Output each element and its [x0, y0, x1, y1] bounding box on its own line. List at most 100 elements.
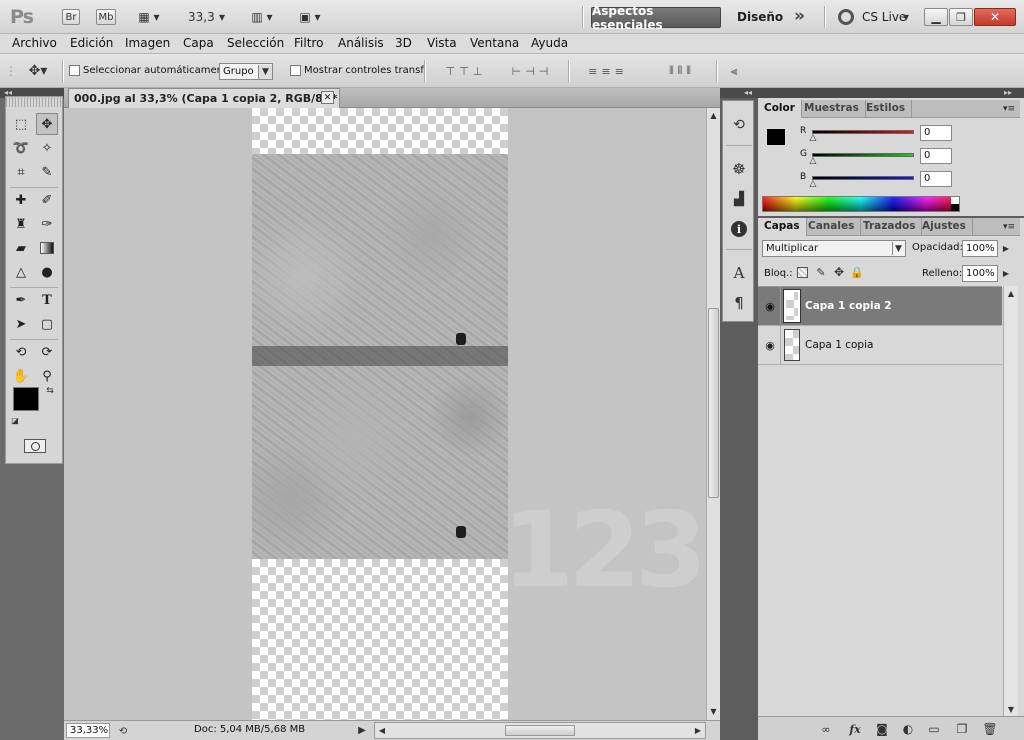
- channel-r-input[interactable]: 0: [920, 125, 952, 141]
- shape-icon[interactable]: ▢: [36, 313, 58, 335]
- channel-g-input[interactable]: 0: [920, 148, 952, 164]
- fill-slider-arrow-icon[interactable]: ▶: [1000, 267, 1012, 280]
- channel-r-slider[interactable]: [812, 130, 914, 134]
- layer-thumbnail[interactable]: [783, 289, 801, 323]
- workspace-essentials-button[interactable]: Aspectos esenciales: [591, 4, 721, 32]
- dodge-icon[interactable]: ●: [36, 261, 58, 283]
- channel-r-handle-icon[interactable]: △: [808, 133, 818, 143]
- align-top-edges-icon[interactable]: ⊤⊤⊥: [436, 62, 496, 80]
- panel-foreground-swatch[interactable]: [766, 128, 786, 146]
- scroll-up-icon[interactable]: ▲: [1004, 288, 1018, 298]
- layer-row[interactable]: ◉ Capa 1 copia: [758, 326, 1002, 365]
- swap-colors-icon[interactable]: ⇆: [44, 385, 56, 397]
- histogram-panel-icon[interactable]: ▟: [729, 189, 749, 209]
- lock-transparency-icon[interactable]: [797, 267, 808, 278]
- minimize-button[interactable]: ▁: [924, 8, 948, 26]
- menu-archivo[interactable]: Archivo: [12, 36, 57, 50]
- tool-preset-picker-icon[interactable]: ✥▾: [20, 61, 56, 81]
- eraser-icon[interactable]: ▰: [10, 237, 32, 259]
- adjustment-layer-icon[interactable]: ◐: [900, 721, 916, 737]
- close-document-icon[interactable]: ✕: [321, 91, 334, 104]
- cslive-menu[interactable]: CS Live: [862, 10, 906, 24]
- color-ramp[interactable]: [762, 196, 960, 212]
- pen-icon[interactable]: ✒: [10, 289, 32, 311]
- menu-ventana[interactable]: Ventana: [470, 36, 519, 50]
- menu-vista[interactable]: Vista: [427, 36, 457, 50]
- 3d-rotate-icon[interactable]: ⟲: [10, 341, 32, 363]
- opacity-slider-arrow-icon[interactable]: ▶: [1000, 242, 1012, 255]
- mini-bridge-button[interactable]: Mb: [96, 9, 116, 25]
- menu-imagen[interactable]: Imagen: [125, 36, 170, 50]
- tab-muestras[interactable]: Muestras: [798, 100, 866, 118]
- blend-mode-dropdown[interactable]: Multiplicar: [762, 240, 906, 257]
- vertical-scrollbar[interactable]: ▲ ▼: [706, 108, 720, 720]
- close-window-button[interactable]: ✕: [974, 8, 1016, 26]
- layer-name[interactable]: Capa 1 copia: [805, 339, 873, 351]
- lock-all-icon[interactable]: 🔒: [850, 265, 864, 279]
- dock-expand-bar[interactable]: ◂◂: [720, 88, 758, 98]
- show-transform-checkbox[interactable]: [290, 65, 301, 76]
- distribute-top-icon[interactable]: ≡≡≡: [578, 62, 638, 80]
- history-panel-icon[interactable]: ⟲: [729, 115, 749, 135]
- panel-menu-icon[interactable]: ▾≡: [1002, 220, 1016, 234]
- visibility-eye-icon[interactable]: ◉: [762, 298, 778, 314]
- new-layer-icon[interactable]: ❐: [954, 721, 970, 737]
- layer-style-icon[interactable]: fx: [846, 721, 864, 737]
- auto-align-icon[interactable]: ⫷: [724, 62, 744, 80]
- move-icon[interactable]: ✥: [36, 113, 58, 135]
- chevron-down-icon[interactable]: ▼: [258, 65, 272, 79]
- zoom-level-select[interactable]: 33,3: [188, 10, 215, 24]
- tab-capas[interactable]: Capas: [758, 218, 807, 236]
- gradient-icon[interactable]: [36, 237, 58, 259]
- menu-analisis[interactable]: Análisis: [338, 36, 384, 50]
- brush-icon[interactable]: ✐: [36, 189, 58, 211]
- channel-g-handle-icon[interactable]: △: [808, 156, 818, 166]
- navigator-panel-icon[interactable]: ☸: [729, 159, 749, 179]
- scroll-right-icon[interactable]: ▶: [693, 724, 703, 737]
- healing-brush-icon[interactable]: ✚: [10, 189, 32, 211]
- auto-select-checkbox[interactable]: [69, 65, 80, 76]
- document-tab[interactable]: 000.jpg al 33,3% (Capa 1 copia 2, RGB/8)…: [68, 88, 340, 108]
- layers-scrollbar[interactable]: ▲ ▼: [1003, 286, 1018, 716]
- visibility-eye-icon[interactable]: ◉: [762, 337, 778, 353]
- history-brush-icon[interactable]: ✑: [36, 213, 58, 235]
- layer-name[interactable]: Capa 1 copia 2: [805, 300, 892, 312]
- chevron-down-icon[interactable]: ▼: [892, 242, 904, 255]
- channel-b-input[interactable]: 0: [920, 171, 952, 187]
- zoom-dropdown-icon[interactable]: ▾: [216, 8, 228, 26]
- eyedropper-icon[interactable]: ✎: [36, 161, 58, 183]
- paragraph-panel-icon[interactable]: ¶: [729, 293, 749, 313]
- zoom-icon[interactable]: ⚲: [36, 365, 58, 387]
- scroll-down-icon[interactable]: ▼: [1004, 704, 1018, 714]
- status-menu-arrow-icon[interactable]: ▶: [356, 723, 368, 737]
- type-icon[interactable]: T: [36, 289, 58, 311]
- channel-b-handle-icon[interactable]: △: [808, 179, 818, 189]
- clone-stamp-icon[interactable]: ♜: [10, 213, 32, 235]
- scroll-up-icon[interactable]: ▲: [707, 110, 720, 120]
- foreground-color-swatch[interactable]: [13, 387, 39, 411]
- tab-estilos[interactable]: Estilos: [860, 100, 913, 118]
- tab-trazados[interactable]: Trazados: [857, 218, 923, 236]
- delete-layer-icon[interactable]: 🗑: [982, 721, 998, 737]
- lasso-icon[interactable]: ➰: [10, 137, 32, 159]
- menu-3d[interactable]: 3D: [395, 36, 412, 50]
- menu-ayuda[interactable]: Ayuda: [531, 36, 568, 50]
- cslive-dropdown-icon[interactable]: ▾: [901, 9, 911, 25]
- path-selection-icon[interactable]: ➤: [10, 313, 32, 335]
- lock-position-icon[interactable]: ✥: [832, 265, 846, 279]
- tab-ajustes[interactable]: Ajustes: [916, 218, 973, 236]
- 3d-orbit-icon[interactable]: ⟳: [36, 341, 58, 363]
- bridge-button[interactable]: Br: [62, 9, 80, 25]
- layer-row[interactable]: ◉ Capa 1 copia 2: [758, 287, 1002, 326]
- panel-collapse-bar[interactable]: ▸▸: [758, 88, 1024, 98]
- arrange-documents-icon[interactable]: ▥ ▾: [244, 8, 280, 26]
- menu-edicion[interactable]: Edición: [70, 36, 113, 50]
- channel-g-slider[interactable]: [812, 153, 914, 157]
- info-panel-icon[interactable]: i: [731, 221, 747, 237]
- layer-mask-icon[interactable]: ◙: [874, 721, 890, 737]
- scroll-left-icon[interactable]: ◀: [377, 724, 387, 737]
- scroll-down-icon[interactable]: ▼: [707, 706, 720, 716]
- crop-icon[interactable]: ⌗: [10, 161, 32, 183]
- horizontal-scrollbar[interactable]: ◀ ▶: [374, 722, 706, 739]
- opacity-input[interactable]: 100%: [962, 240, 998, 257]
